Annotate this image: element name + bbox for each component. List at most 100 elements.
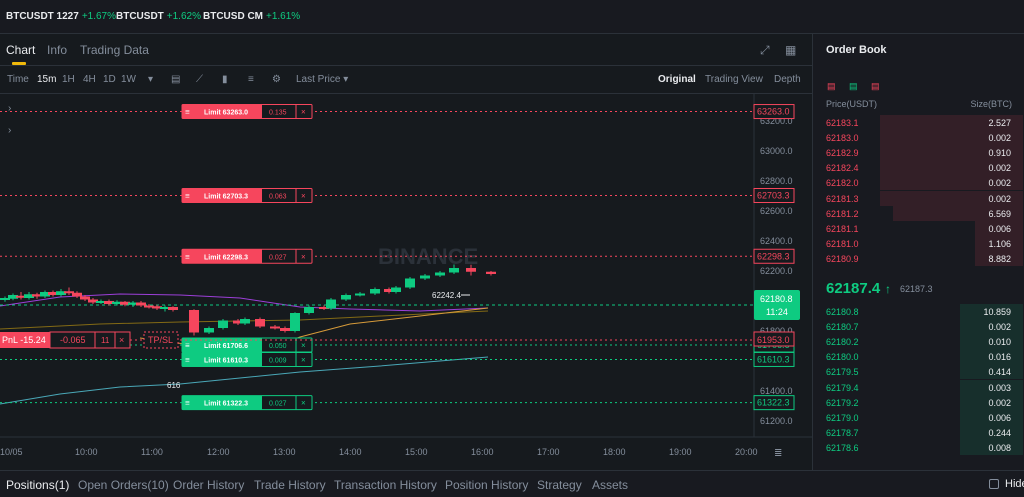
bid-size: 0.414	[988, 367, 1011, 378]
candle-body	[189, 310, 199, 333]
view-both-icon[interactable]: ▤	[827, 81, 836, 92]
indicator-icon[interactable]: ⟋	[196, 74, 203, 85]
order-label: Limit 63263.0	[204, 110, 248, 117]
timeframe-1w[interactable]: 1W	[121, 74, 136, 85]
order-price: 61322.3	[757, 398, 790, 408]
ask-size: 0.002	[988, 133, 1011, 144]
drawing-tools-icon[interactable]: ≡	[248, 74, 254, 85]
tab-trade-history[interactable]: Trade History	[254, 478, 326, 492]
timeframe-1h[interactable]: 1H	[62, 74, 75, 85]
tab-positions[interactable]: Positions(1)	[6, 478, 69, 492]
close-icon[interactable]: ×	[301, 341, 306, 350]
drag-handle-icon[interactable]: ≡	[185, 192, 190, 201]
bid-row[interactable]: 62179.5 0.414	[813, 364, 1023, 380]
bid-size: 0.244	[988, 427, 1011, 438]
chart-panel: Chart Info Trading Data ⤢ ▦ Time 15m 1H …	[0, 34, 812, 470]
order-label: Limit 62298.3	[204, 254, 248, 261]
order-label-group[interactable]: ≡ Limit 63263.0 0.135 ×	[181, 104, 313, 120]
bid-row[interactable]: 62179.2 0.002	[813, 394, 1023, 410]
last-price-value: 62180.8	[760, 294, 793, 304]
chart-toolbar: Time 15m 1H 4H 1D 1W ▾ ▤ ⟋ ▮ ≡ ⚙ Last Pr…	[0, 66, 812, 94]
view-original[interactable]: Original	[658, 74, 696, 85]
ask-row[interactable]: 62183.0 0.002	[813, 130, 1023, 146]
tab-transaction-history[interactable]: Transaction History	[334, 478, 437, 492]
bid-row[interactable]: 62180.7 0.002	[813, 319, 1023, 335]
order-label-group[interactable]: ≡ Limit 62703.3 0.063 ×	[181, 188, 313, 204]
chevron-right-icon[interactable]: ›	[8, 125, 11, 136]
time-tick-label: 20:00	[735, 447, 758, 457]
candlestick-chart[interactable]: BINANCE 63200.063000.062800.062600.06240…	[0, 94, 812, 470]
close-icon[interactable]: ×	[301, 192, 306, 201]
candle-body	[405, 278, 415, 288]
tab-order-history[interactable]: Order History	[173, 478, 244, 492]
bid-row[interactable]: 62180.2 0.010	[813, 334, 1023, 350]
drag-handle-icon[interactable]: ≡	[185, 252, 190, 261]
price-tick-label: 63000.0	[760, 146, 793, 156]
bid-price: 62180.2	[826, 337, 859, 348]
price-type-select[interactable]: Last Price ▾	[296, 74, 348, 85]
bid-row[interactable]: 62179.4 0.003	[813, 379, 1023, 395]
close-icon[interactable]: ×	[301, 252, 306, 261]
layout-grid-icon[interactable]: ▦	[785, 43, 796, 57]
hide-label: Hide	[1005, 478, 1024, 490]
tab-open-orders[interactable]: Open Orders(10)	[78, 478, 169, 492]
chart-settings-icon[interactable]: ≣	[774, 448, 782, 459]
view-asks-icon[interactable]: ▤	[871, 81, 880, 92]
timeframe-15m[interactable]: 15m	[37, 74, 56, 85]
drag-handle-icon[interactable]: ≡	[185, 341, 190, 350]
candle-type-icon[interactable]: ▮	[222, 74, 228, 85]
ticker-item[interactable]: BTCUSDT 1227 +1.67%	[6, 11, 116, 22]
chevron-down-icon[interactable]: ▾	[148, 74, 153, 85]
ask-row[interactable]: 62181.0 1.106	[813, 235, 1023, 251]
ticker-item[interactable]: BTCUSD CM +1.61%	[203, 11, 300, 22]
chevron-right-icon[interactable]: ›	[8, 103, 11, 114]
candle-body	[304, 307, 314, 313]
position-pnl-box[interactable]: PnL -15.24 -0.065 11 ×	[0, 331, 131, 349]
close-icon[interactable]: ×	[301, 399, 306, 408]
ask-size: 0.002	[988, 178, 1011, 189]
close-icon[interactable]: ×	[301, 355, 306, 364]
order-label-group[interactable]: ≡ Limit 61610.3 0.009 ×	[181, 351, 313, 367]
ticker-item[interactable]: BTCUSDT +1.62%	[116, 11, 201, 22]
hide-checkbox[interactable]	[989, 479, 999, 489]
order-qty: 0.063	[269, 194, 287, 201]
tpsl-button[interactable]: TP/SL	[143, 331, 179, 349]
expand-icon[interactable]: ⤢	[760, 43, 770, 58]
candle-body	[449, 268, 459, 273]
tab-info[interactable]: Info	[47, 43, 67, 57]
ask-row[interactable]: 62183.1 2.527	[813, 115, 1023, 130]
ask-row[interactable]: 62182.9 0.910	[813, 145, 1023, 161]
order-label-group[interactable]: ≡ Limit 61322.3 0.027 ×	[181, 395, 313, 411]
ask-row[interactable]: 62182.4 0.002	[813, 160, 1023, 176]
drag-handle-icon[interactable]: ≡	[185, 399, 190, 408]
ask-row[interactable]: 62181.1 0.006	[813, 220, 1023, 236]
ask-row[interactable]: 62182.0 0.002	[813, 175, 1023, 191]
tab-chart[interactable]: Chart	[6, 43, 35, 57]
position-price: 61953.0	[757, 335, 790, 345]
tab-assets[interactable]: Assets	[592, 478, 628, 492]
ask-row[interactable]: 62180.9 8.882	[813, 250, 1023, 266]
ask-row[interactable]: 62181.3 0.002	[813, 190, 1023, 206]
tab-position-history[interactable]: Position History	[445, 478, 528, 492]
calendar-icon[interactable]: ▤	[171, 74, 180, 85]
order-label: Limit 61322.3	[204, 401, 248, 408]
tab-strategy[interactable]: Strategy	[537, 478, 582, 492]
bid-row[interactable]: 62178.6 0.008	[813, 439, 1023, 455]
gear-icon[interactable]: ⚙	[272, 74, 281, 85]
timeframe-4h[interactable]: 4H	[83, 74, 96, 85]
ask-row[interactable]: 62181.2 6.569	[813, 205, 1023, 221]
drag-handle-icon[interactable]: ≡	[185, 355, 190, 364]
timeframe-1d[interactable]: 1D	[103, 74, 116, 85]
drag-handle-icon[interactable]: ≡	[185, 108, 190, 117]
order-label-group[interactable]: ≡ Limit 62298.3 0.027 ×	[181, 248, 313, 264]
view-bids-icon[interactable]: ▤	[849, 81, 858, 92]
bid-row[interactable]: 62180.0 0.016	[813, 349, 1023, 365]
tab-trading-data[interactable]: Trading Data	[80, 43, 149, 57]
bid-row[interactable]: 62179.0 0.006	[813, 409, 1023, 425]
bid-row[interactable]: 62180.8 10.859	[813, 304, 1023, 319]
view-trading-view[interactable]: Trading View	[705, 74, 763, 85]
ask-size: 0.002	[988, 193, 1011, 204]
close-icon[interactable]: ×	[301, 108, 306, 117]
view-depth[interactable]: Depth	[774, 74, 801, 85]
bid-row[interactable]: 62178.7 0.244	[813, 424, 1023, 440]
